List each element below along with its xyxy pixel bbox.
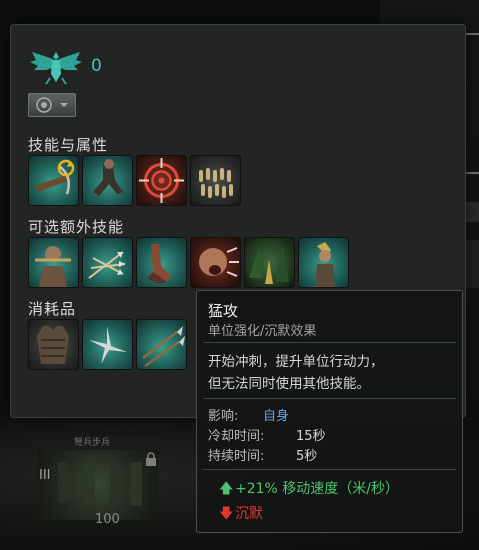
tooltip-divider — [203, 398, 456, 399]
tooltip-cooldown-value: 15秒 — [296, 429, 326, 444]
chevron-down-icon — [60, 103, 68, 107]
consumables-section-label: 消耗品 — [28, 300, 77, 318]
consumable-armor[interactable] — [28, 319, 79, 370]
skill-crossbow-reload[interactable] — [28, 155, 79, 206]
tooltip-title: 猛攻 — [208, 302, 239, 320]
tooltip-subtitle: 单位强化/沉默效果 — [208, 324, 317, 339]
tooltip-duration-value: 5秒 — [296, 449, 318, 464]
consumable-spears[interactable] — [136, 319, 187, 370]
bolts-icon — [199, 168, 233, 198]
tooltip-effect-value: 自身 — [263, 409, 290, 424]
arrows-icon — [88, 251, 126, 279]
lock-icon — [145, 451, 157, 466]
tooltip-description-line-1: 开始冲刺，提升单位行动力， — [208, 354, 384, 370]
optional-skill-archer[interactable] — [298, 237, 349, 288]
tooltip-divider — [203, 342, 456, 343]
roaring-soldier-icon — [199, 247, 239, 277]
tooltip-duration-label: 持续时间: — [208, 449, 265, 464]
optional-skill-charge-feet[interactable] — [136, 237, 187, 288]
arrow-down-icon: 🡇 — [219, 506, 234, 522]
tooltip-cooldown-label: 冷却时间: — [208, 429, 265, 444]
formation-dropdown-button[interactable] — [28, 93, 76, 117]
running-soldier-icon — [93, 159, 123, 196]
crossbow-icon — [35, 159, 75, 195]
tooltip-description-line-2: 但无法同时使用其他技能。 — [208, 376, 370, 392]
emblem-count: 0 — [91, 56, 102, 76]
skill-sprint[interactable] — [82, 155, 133, 206]
warrior-icon — [35, 246, 71, 287]
eagle-emblem-icon — [28, 48, 84, 86]
unit-title: 弩兵步兵 — [74, 438, 111, 448]
optional-skill-warrior[interactable] — [28, 237, 79, 288]
unit-card[interactable] — [38, 450, 158, 520]
archer-icon — [315, 242, 335, 287]
skill-tooltip: 猛攻 单位强化/沉默效果 开始冲刺，提升单位行动力， 但无法同时使用其他技能。 … — [196, 290, 463, 533]
optional-skill-roar[interactable] — [190, 237, 241, 288]
caltrops-icon — [89, 326, 127, 364]
tooltip-buff: 🡅 +21% 移动速度（米/秒） — [219, 478, 399, 502]
optional-skill-arrows[interactable] — [82, 237, 133, 288]
armor-vest-icon — [37, 326, 69, 364]
tooltip-debuff: 🡇 沉默 — [219, 503, 263, 527]
skill-target[interactable] — [136, 155, 187, 206]
tooltip-divider — [203, 469, 456, 470]
unit-rank: III — [39, 468, 51, 483]
optional-skill-jungle-march[interactable] — [244, 237, 295, 288]
spears-icon — [142, 326, 185, 368]
skill-ammo[interactable] — [190, 155, 241, 206]
jungle-icon — [249, 246, 289, 284]
unit-count: 100 — [95, 512, 120, 527]
tooltip-debuff-text: 沉默 — [235, 506, 263, 522]
skills-section-label: 技能与属性 — [28, 136, 109, 154]
arrow-up-icon: 🡅 — [219, 481, 234, 497]
tooltip-buff-text: +21% 移动速度（米/秒） — [235, 481, 400, 497]
consumable-caltrops[interactable] — [82, 319, 133, 370]
running-feet-icon — [147, 244, 171, 284]
tooltip-effect-label: 影响: — [208, 409, 239, 424]
optional-skills-section-label: 可选额外技能 — [28, 218, 125, 236]
target-icon — [139, 158, 184, 203]
